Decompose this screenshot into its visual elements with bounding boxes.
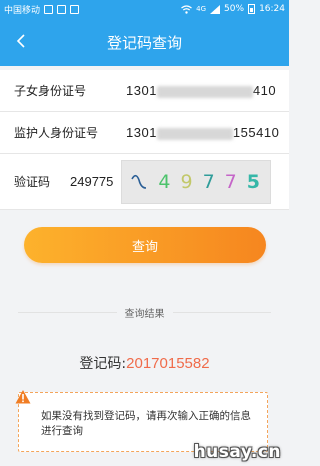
guardian-id-prefix: 1301	[126, 125, 157, 140]
usb-icon	[70, 4, 80, 14]
signal-icon	[210, 4, 221, 14]
captcha-image[interactable]: 4 9 7 7 5	[121, 159, 272, 204]
nav-bar: 登记码查询	[0, 18, 289, 66]
redacted-block	[156, 127, 233, 140]
page-title: 登记码查询	[106, 33, 182, 52]
query-form: 子女身份证号 1301 410 监护人身份证号 1301 155410 验证码 24…	[0, 70, 289, 210]
captcha-label: 验证码	[14, 175, 51, 189]
captcha-char: 4	[158, 170, 171, 193]
battery-percent: 50%	[224, 4, 245, 14]
child-id-field[interactable]: 1301 410	[126, 83, 276, 98]
battery-icon	[248, 4, 256, 14]
captcha-noise	[131, 174, 147, 189]
chevron-left-icon[interactable]	[12, 31, 32, 51]
guardian-id-row: 监护人身份证号 1301 155410	[0, 112, 289, 154]
warning-triangle-icon	[15, 390, 31, 404]
guardian-id-field[interactable]: 1301 155410	[126, 125, 279, 140]
captcha-char: 5	[246, 170, 260, 193]
captcha-char: 9	[180, 170, 193, 193]
clock: 16:24	[259, 4, 285, 14]
child-id-prefix: 1301	[126, 83, 157, 98]
network-type: 4G	[196, 5, 207, 13]
captcha-char: 7	[224, 170, 237, 193]
registration-code-value: 2017015582	[126, 355, 210, 372]
captcha-input[interactable]: 249775	[70, 174, 113, 189]
captcha-row: 验证码 249775 4 9 7 7 5	[0, 154, 289, 210]
wifi-icon	[181, 4, 193, 14]
notice-text: 如果没有找到登记码，请再次输入正确的信息进行查询	[41, 410, 251, 437]
registration-code-label: 登记码:	[79, 356, 127, 372]
child-id-row: 子女身份证号 1301 410	[0, 70, 289, 112]
redacted-block	[156, 85, 253, 98]
status-bar: 中国移动 4G 50% 16:24	[0, 0, 289, 18]
child-id-suffix: 410	[252, 83, 277, 98]
result-section-title: 查询结果	[0, 305, 289, 320]
carrier-name: 中国移动	[4, 5, 41, 16]
registration-code-line: 登记码:2017015582	[0, 353, 289, 373]
guardian-id-suffix: 155410	[232, 125, 280, 140]
notification-icon	[44, 4, 54, 14]
result-title-text: 查询结果	[116, 309, 173, 320]
child-id-label: 子女身份证号	[14, 84, 87, 98]
query-button[interactable]: 查询	[24, 227, 266, 263]
watermark-text: husay.cn	[193, 442, 281, 462]
captcha-char: 7	[202, 170, 215, 193]
image-icon	[57, 4, 67, 14]
guardian-id-label: 监护人身份证号	[14, 126, 99, 140]
